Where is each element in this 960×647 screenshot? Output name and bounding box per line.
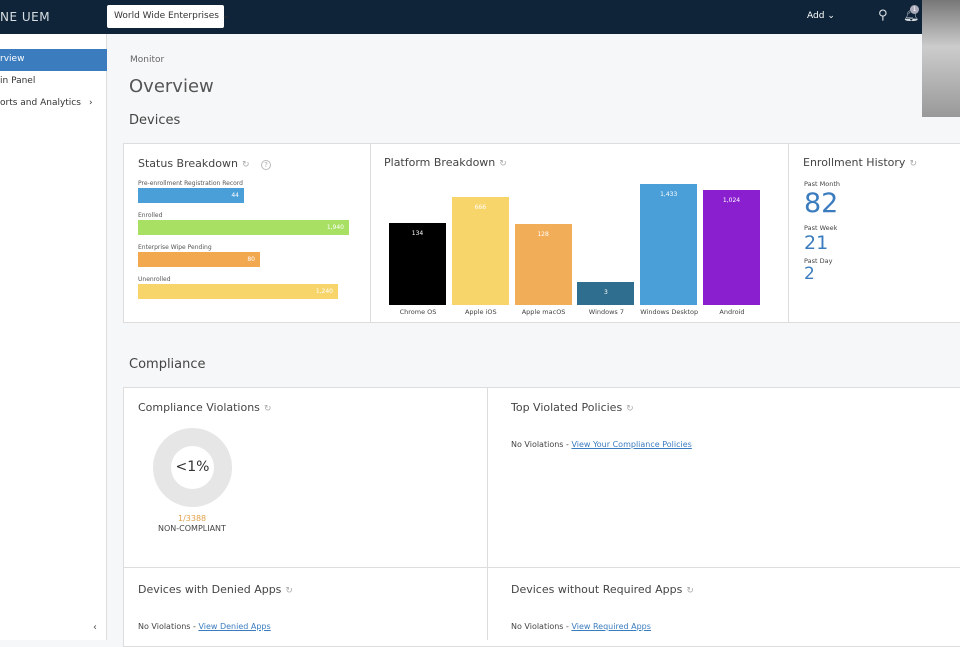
status-label: Pre-enrollment Registration Record [138,180,243,187]
platform-bar[interactable]: 134 [389,223,446,305]
divider [487,387,488,640]
sidebar-item-reports[interactable]: orts and Analytics › [0,93,107,115]
top-violations-text: No Violations - View Your Compliance Pol… [511,440,692,449]
title-text: Devices with Denied Apps [138,583,282,596]
status-label: Enterprise Wipe Pending [138,244,212,251]
no-violations-text: No Violations - [511,622,572,631]
help-icon[interactable]: ? [260,160,271,170]
divider [788,143,789,323]
chevron-down-icon: ⌄ [221,11,230,21]
enrollment-history-title: Enrollment History ↻ [803,156,917,169]
compliance-violations-title: Compliance Violations ↻ [138,401,271,414]
view-compliance-policies-link[interactable]: View Your Compliance Policies [571,440,691,449]
sidebar: rview in Panel orts and Analytics › ‹ [0,34,107,640]
compliance-heading: Compliance [129,357,206,372]
view-denied-apps-link[interactable]: View Denied Apps [198,622,270,631]
refresh-icon[interactable]: ↻ [499,159,507,169]
past-week-label: Past Week [804,224,838,232]
past-week-value: 21 [804,232,829,254]
platform-tick-label: Apple iOS [464,308,497,316]
organization-selector[interactable]: World Wide Enterprises ⌄ [107,5,229,28]
platform-tick-label: Apple macOS [521,308,566,316]
title-text: Platform Breakdown [384,156,496,169]
required-apps-text: No Violations - View Required Apps [511,622,651,631]
platform-bar[interactable]: 1,433 [640,184,698,305]
platform-bar[interactable]: 666 [451,197,509,305]
refresh-icon[interactable]: ↻ [264,404,272,414]
platform-tick-label: Windows Desktop [640,308,699,316]
denied-apps-text: No Violations - View Denied Apps [138,622,271,631]
platform-tick-label: Chrome OS [399,308,437,316]
noncompliant-ratio: 1/3388 [178,514,207,523]
title-text: Top Violated Policies [511,401,623,414]
status-breakdown-title: Status Breakdown ↻ ? [138,157,271,170]
divider [123,567,960,568]
devices-heading: Devices [129,113,181,128]
breadcrumb[interactable]: Monitor [130,55,164,65]
noncompliant-label: NON-COMPLIANT [158,524,226,533]
past-month-value: 82 [804,188,839,219]
add-menu-button[interactable]: Add ⌄ [807,11,835,21]
sidebar-item-label: orts and Analytics [0,98,81,108]
required-apps-title: Devices without Required Apps ↻ [511,583,694,596]
donut-percent: <1% [171,446,214,489]
chevron-right-icon: › [89,98,93,108]
notification-badge: 1 [910,5,919,14]
past-month-label: Past Month [804,180,840,188]
no-violations-text: No Violations - [138,622,199,631]
sidebar-item-admin-panel[interactable]: in Panel [0,71,107,93]
status-label: Enrolled [138,212,163,219]
refresh-icon[interactable]: ↻ [285,586,293,596]
brand-logo: NE UEM [0,10,51,24]
top-violated-policies-title: Top Violated Policies ↻ [511,401,634,414]
refresh-icon[interactable]: ↻ [626,404,634,414]
view-required-apps-link[interactable]: View Required Apps [571,622,650,631]
title-text: Status Breakdown [138,157,238,170]
sidebar-item-overview[interactable]: rview [0,49,107,71]
top-bar: NE UEM World Wide Enterprises ⌄ Add ⌄ ⚲ … [0,0,960,34]
webcam-overlay [922,0,960,117]
status-bar[interactable]: 80 [138,252,260,267]
status-bar[interactable]: 1,240 [138,284,338,299]
denied-apps-title: Devices with Denied Apps ↻ [138,583,293,596]
chevron-down-icon: ⌄ [827,11,835,21]
refresh-icon[interactable]: ↻ [242,160,250,170]
platform-bar[interactable]: 3 [577,282,635,305]
org-label: World Wide Enterprises [114,11,219,21]
platform-tick-label: Android [719,308,745,316]
title-text: Enrollment History [803,156,906,169]
title-text: Devices without Required Apps [511,583,683,596]
compliance-donut: <1% [153,428,232,507]
refresh-icon[interactable]: ↻ [686,586,694,596]
collapse-sidebar-icon[interactable]: ‹ [93,622,97,633]
platform-tick-label: Windows 7 [588,308,624,316]
status-bar[interactable]: 44 [138,188,244,203]
divider [370,143,371,323]
add-label: Add [807,11,825,21]
past-day-value: 2 [804,264,815,284]
platform-bar[interactable]: 128 [514,224,572,305]
status-bar[interactable]: 1,940 [138,220,349,235]
page-title: Overview [129,76,214,97]
compliance-card [123,387,960,647]
status-label: Unenrolled [138,276,171,283]
search-icon[interactable]: ⚲ [878,8,888,23]
refresh-icon[interactable]: ↻ [909,159,917,169]
no-violations-text: No Violations - [511,440,572,449]
title-text: Compliance Violations [138,401,260,414]
platform-breakdown-title: Platform Breakdown ↻ [384,156,507,169]
platform-bar[interactable]: 1,024 [703,190,760,305]
